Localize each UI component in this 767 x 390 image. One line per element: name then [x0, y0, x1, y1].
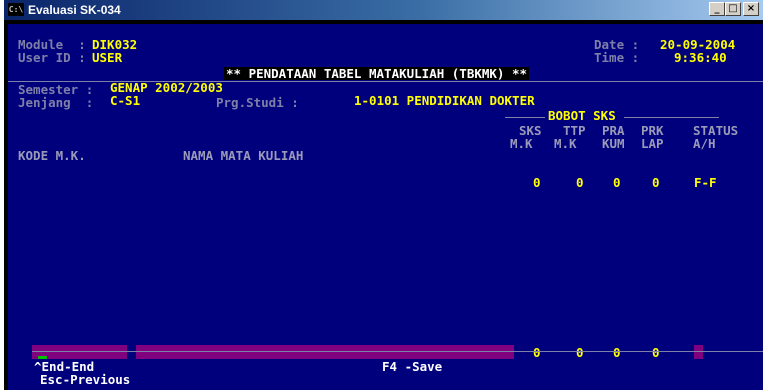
edit-sks[interactable]: 0	[533, 346, 541, 359]
time-label: Time :	[594, 50, 640, 65]
prodi-label: Prg.Studi :	[216, 95, 299, 110]
bobot-line-left	[505, 117, 545, 118]
footer-divider	[32, 351, 763, 352]
total-pra: 0	[613, 175, 621, 190]
close-button[interactable]: ×	[743, 2, 759, 16]
edit-prk[interactable]: 0	[652, 346, 660, 359]
prodi-value: 1-0101 PENDIDIKAN DOKTER	[354, 93, 535, 108]
bobot-sks-heading: BOBOT SKS	[548, 108, 616, 123]
total-status: F-F	[694, 175, 717, 190]
total-prk: 0	[652, 175, 660, 190]
userid-label: User ID :	[18, 50, 86, 65]
edit-ttp[interactable]: 0	[576, 346, 584, 359]
console-window: C:\ Evaluasi SK-034 _ □ × Module : DIK03…	[4, 0, 763, 390]
minimize-button[interactable]: _	[709, 2, 725, 16]
col-status-bottom: A/H	[693, 136, 716, 151]
nama-mk-input[interactable]	[136, 345, 514, 359]
window-title: Evaluasi SK-034	[28, 3, 121, 17]
total-sks: 0	[533, 175, 541, 190]
console-app-icon[interactable]: C:\	[8, 3, 24, 16]
col-prk-bottom: LAP	[641, 136, 664, 151]
edit-pra[interactable]: 0	[613, 346, 621, 359]
jenjang-value: C-S1	[110, 93, 141, 108]
col-nama: NAMA MATA KULIAH	[183, 148, 304, 163]
col-kode: KODE M.K.	[18, 148, 86, 163]
bobot-line-right	[624, 117, 719, 118]
col-ttp-bottom: M.K	[554, 136, 577, 151]
time-value: 9:36:40	[674, 50, 727, 65]
page-heading: ** PENDATAAN TABEL MATAKULIAH (TBKMK) **	[224, 66, 530, 81]
save-shortcut: F4 -Save	[382, 359, 443, 374]
col-pra-bottom: KUM	[602, 136, 625, 151]
total-ttp: 0	[576, 175, 584, 190]
jenjang-label: Jenjang :	[18, 95, 94, 110]
restore-button[interactable]: □	[725, 2, 741, 16]
title-bar[interactable]: C:\ Evaluasi SK-034 _ □ ×	[4, 0, 763, 20]
userid-value: USER	[92, 50, 123, 65]
esc-shortcut: Esc-Previous	[40, 372, 131, 387]
status-input[interactable]	[694, 345, 703, 359]
console-screen[interactable]: Module : DIK032 User ID : USER Date : 20…	[8, 24, 763, 390]
col-sks-bottom: M.K	[510, 136, 533, 151]
